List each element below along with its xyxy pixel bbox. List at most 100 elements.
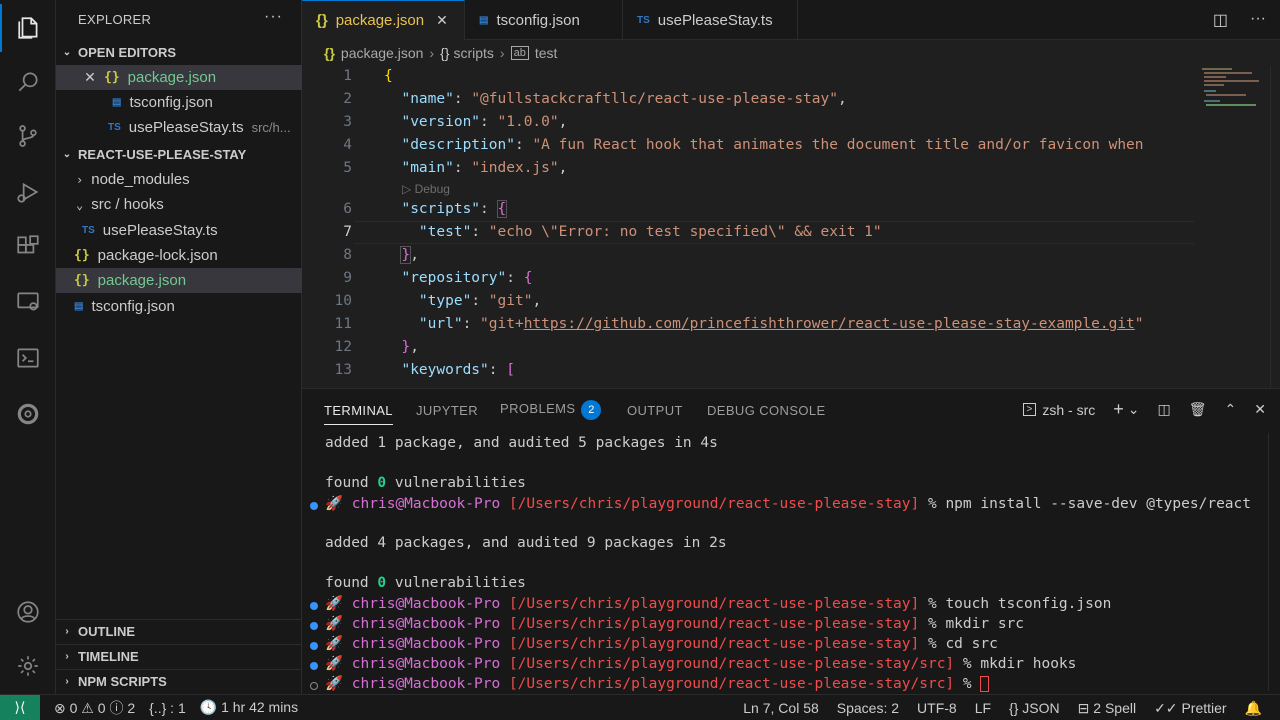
settings-gear-icon[interactable] bbox=[0, 642, 56, 690]
breadcrumb-item[interactable]: scripts bbox=[453, 45, 493, 61]
tree-file[interactable]: {} package-lock.json bbox=[56, 243, 302, 268]
explorer-icon[interactable] bbox=[0, 4, 56, 52]
line-number: 3 bbox=[343, 114, 352, 130]
line-number: 12 bbox=[334, 339, 352, 355]
terminal-line: found 0 vulnerabilities bbox=[325, 475, 526, 491]
trash-icon[interactable]: 🗑 bbox=[1189, 401, 1207, 418]
more-actions-icon[interactable]: ··· bbox=[1250, 10, 1266, 30]
open-editors-header[interactable]: ⌄ OPEN EDITORS bbox=[56, 40, 302, 64]
accounts-icon[interactable] bbox=[0, 588, 56, 636]
line-number: 9 bbox=[343, 270, 352, 286]
run-debug-icon[interactable] bbox=[0, 168, 56, 216]
tab-debug-console[interactable]: DEBUG CONSOLE bbox=[707, 403, 826, 418]
encoding[interactable]: UTF-8 bbox=[917, 700, 957, 716]
remote-explorer-icon[interactable] bbox=[0, 278, 56, 326]
more-actions-icon[interactable]: ··· bbox=[264, 8, 283, 26]
timeline-header[interactable]: › TIMELINE bbox=[56, 644, 302, 668]
chevron-right-icon: › bbox=[76, 172, 84, 187]
outline-header[interactable]: › OUTLINE bbox=[56, 619, 302, 643]
tab-output[interactable]: OUTPUT bbox=[627, 403, 683, 418]
terminal-line: 🚀 chris@Macbook-Pro [/Users/chris/playgr… bbox=[325, 596, 1112, 612]
search-icon[interactable] bbox=[0, 58, 56, 106]
command-decoration[interactable] bbox=[310, 642, 318, 650]
code-line: "scripts": { bbox=[401, 200, 508, 218]
open-editor-item[interactable]: ✕ {} package.json bbox=[56, 65, 302, 90]
tab-jupyter[interactable]: JUPYTER bbox=[416, 403, 478, 418]
indentation[interactable]: Spaces: 2 bbox=[837, 700, 899, 716]
code-line: "description": "A fun React hook that an… bbox=[401, 137, 1144, 153]
json-file-icon: {} bbox=[104, 70, 120, 85]
line-number: 2 bbox=[343, 91, 352, 107]
chevron-right-icon: › bbox=[65, 676, 69, 687]
line-number: 13 bbox=[334, 362, 352, 378]
command-decoration[interactable] bbox=[310, 682, 318, 690]
close-icon[interactable]: ✕ bbox=[80, 69, 100, 86]
prettier-status[interactable]: ✓✓ Prettier bbox=[1154, 700, 1226, 717]
command-decoration[interactable] bbox=[310, 662, 318, 670]
command-decoration[interactable] bbox=[310, 502, 318, 510]
terminal-scrollbar[interactable] bbox=[1268, 433, 1278, 691]
terminal-line: 🚀 chris@Macbook-Pro [/Users/chris/playgr… bbox=[325, 656, 1077, 672]
end-of-line[interactable]: LF bbox=[975, 700, 991, 716]
tab-terminal[interactable]: TERMINAL bbox=[324, 403, 393, 425]
shell-selector[interactable]: > zsh - src bbox=[1022, 402, 1095, 418]
open-editor-item[interactable]: TS usePleaseStay.ts src/h... bbox=[56, 115, 302, 140]
terminal-cursor bbox=[980, 676, 990, 692]
cursor-position[interactable]: Ln 7, Col 58 bbox=[743, 700, 819, 716]
code-line: "main": "index.js", bbox=[401, 160, 568, 176]
minimap[interactable] bbox=[1202, 66, 1262, 126]
code-line: "keywords": [ bbox=[401, 362, 515, 378]
code-editor[interactable]: 1 2 3 4 5 6 7 8 9 10 11 12 13 { "name": … bbox=[302, 66, 1280, 388]
command-decoration[interactable] bbox=[310, 622, 318, 630]
problems-count-badge: 2 bbox=[581, 400, 602, 420]
terminal-icon: > bbox=[1022, 403, 1037, 416]
tree-file[interactable]: {} package.json bbox=[56, 268, 302, 293]
timer-icon[interactable] bbox=[0, 390, 56, 438]
tab-usepleasestay[interactable]: TS usePleaseStay.ts bbox=[623, 0, 798, 40]
tab-package-json[interactable]: {} package.json ✕ bbox=[302, 0, 465, 40]
breadcrumb-item[interactable]: test bbox=[535, 45, 558, 61]
chevron-down-icon: ⌄ bbox=[62, 148, 72, 160]
terminal-line: 🚀 chris@Macbook-Pro [/Users/chris/playgr… bbox=[325, 636, 998, 652]
terminal-line: 🚀 chris@Macbook-Pro [/Users/chris/playgr… bbox=[325, 675, 990, 692]
command-decoration[interactable] bbox=[310, 602, 318, 610]
ts-file-icon: TS bbox=[82, 225, 95, 236]
close-panel-icon[interactable]: ✕ bbox=[1254, 401, 1266, 418]
time-tracker[interactable]: 🕓 1 hr 42 mins bbox=[200, 699, 298, 716]
breadcrumb-item[interactable]: package.json bbox=[341, 45, 424, 61]
explorer-sidebar: EXPLORER ··· ⌄ OPEN EDITORS ✕ {} package… bbox=[56, 0, 302, 694]
split-terminal-icon[interactable]: ◫ bbox=[1158, 401, 1171, 418]
editor-tab-bar: {} package.json ✕ ▤ tsconfig.json TS use… bbox=[302, 0, 1280, 40]
object-icon: {} bbox=[440, 45, 450, 61]
repository-link[interactable]: https://github.com/princefishthrower/rea… bbox=[524, 316, 1135, 332]
bottom-panel: TERMINAL JUPYTER PROBLEMS 2 OUTPUT DEBUG … bbox=[302, 388, 1280, 694]
terminal-view-icon[interactable] bbox=[0, 334, 56, 382]
language-mode[interactable]: {} JSON bbox=[1009, 700, 1060, 716]
tree-folder[interactable]: › node_modules bbox=[56, 167, 302, 192]
open-editor-item[interactable]: ▤ tsconfig.json bbox=[56, 90, 302, 115]
tree-file[interactable]: TS usePleaseStay.ts bbox=[56, 218, 302, 243]
json-file-icon: {} bbox=[316, 12, 328, 29]
chevron-down-icon[interactable]: ⌄ bbox=[1128, 401, 1140, 418]
extensions-icon[interactable] bbox=[0, 222, 56, 270]
source-control-icon[interactable] bbox=[0, 112, 56, 160]
close-icon[interactable]: ✕ bbox=[436, 12, 448, 29]
debug-codelens[interactable]: ▷ Debug bbox=[402, 182, 450, 196]
tab-problems[interactable]: PROBLEMS 2 bbox=[500, 400, 602, 420]
chevron-right-icon: › bbox=[499, 45, 505, 61]
editor-scrollbar[interactable] bbox=[1270, 66, 1280, 388]
split-editor-icon[interactable]: ◫ bbox=[1213, 10, 1228, 30]
spell-check[interactable]: ⊟ 2 Spell bbox=[1078, 700, 1136, 717]
ts-file-icon: ▤ bbox=[74, 301, 84, 312]
npm-scripts-header[interactable]: › NPM SCRIPTS bbox=[56, 669, 302, 693]
remote-indicator-icon[interactable]: ⟩⟨ bbox=[0, 694, 40, 720]
braces-status[interactable]: {..} : 1 bbox=[149, 700, 186, 716]
notifications-icon[interactable]: 🔔 bbox=[1245, 700, 1262, 717]
maximize-panel-icon[interactable]: ⌃ bbox=[1225, 401, 1237, 418]
tab-tsconfig[interactable]: ▤ tsconfig.json bbox=[465, 0, 623, 40]
add-terminal-icon[interactable]: + bbox=[1113, 399, 1124, 420]
tree-folder[interactable]: ⌄ src / hooks bbox=[56, 192, 302, 217]
tree-file[interactable]: ▤ tsconfig.json bbox=[56, 294, 302, 319]
project-header[interactable]: ⌄ REACT-USE-PLEASE-STAY bbox=[56, 142, 302, 166]
problems-status[interactable]: ⊗ 0 ⚠ 0 ⓘ 2 bbox=[54, 698, 135, 718]
